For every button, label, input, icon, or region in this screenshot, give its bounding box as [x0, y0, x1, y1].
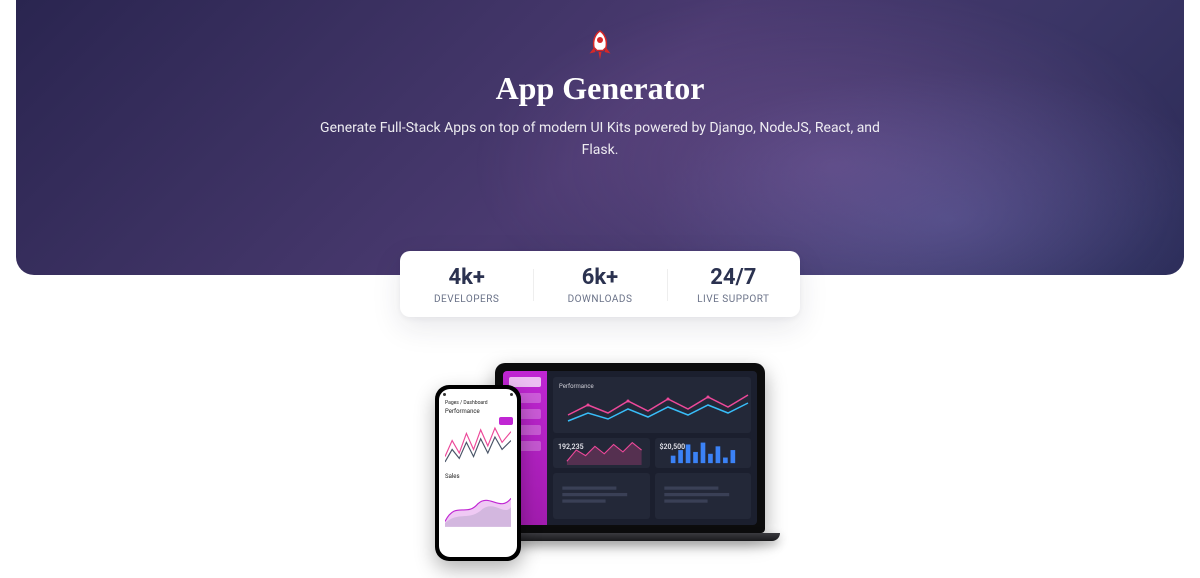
stat-downloads: 6k+ DOWNLOADS	[533, 265, 666, 305]
phone-screen: Pages / Dashboard Performance Sales	[439, 389, 517, 557]
stat-label: DEVELOPERS	[400, 294, 533, 305]
stat-developers: 4k+ DEVELOPERS	[400, 265, 533, 305]
dashboard-card-2: $20,500	[655, 438, 752, 468]
stat-label: DOWNLOADS	[533, 294, 666, 305]
stat-value: 4k+	[400, 265, 533, 290]
stats-card: 4k+ DEVELOPERS 6k+ DOWNLOADS 24/7 LIVE S…	[400, 251, 800, 317]
dashboard-main: Performance 192,235	[547, 371, 757, 525]
mockup-wrap: Performance 192,235	[435, 363, 765, 563]
page-subtitle: Generate Full-Stack Apps on top of moder…	[320, 117, 880, 162]
stat-value: 6k+	[533, 265, 666, 290]
phone-breadcrumb: Pages / Dashboard	[445, 400, 511, 406]
product-mockup: Performance 192,235	[0, 363, 1200, 563]
hero-content: App Generator Generate Full-Stack Apps o…	[16, 0, 1184, 162]
phone-chart-performance	[443, 417, 513, 473]
dashboard-card-1: 192,235	[553, 438, 650, 468]
page-title: App Generator	[16, 70, 1184, 107]
stat-value: 24/7	[667, 265, 800, 290]
phone-chart-sales	[443, 486, 513, 532]
hero-section: App Generator Generate Full-Stack Apps o…	[16, 0, 1184, 275]
laptop-screen: Performance 192,235	[495, 363, 765, 533]
laptop-base	[480, 533, 780, 541]
dashboard-ui: Performance 192,235	[503, 371, 757, 525]
phone-status-bar	[443, 393, 513, 397]
dashboard-chart-performance: Performance	[553, 377, 751, 433]
dashboard-card-4	[655, 473, 752, 519]
laptop-mockup: Performance 192,235	[495, 363, 765, 553]
phone-chart1-title: Performance	[445, 408, 511, 415]
stat-label: LIVE SUPPORT	[667, 294, 800, 305]
chart-title: Performance	[559, 383, 745, 390]
stat-support: 24/7 LIVE SUPPORT	[667, 265, 800, 305]
dashboard-card-3	[553, 473, 650, 519]
rocket-icon	[582, 28, 618, 64]
phone-mockup: Pages / Dashboard Performance Sales	[435, 385, 521, 561]
